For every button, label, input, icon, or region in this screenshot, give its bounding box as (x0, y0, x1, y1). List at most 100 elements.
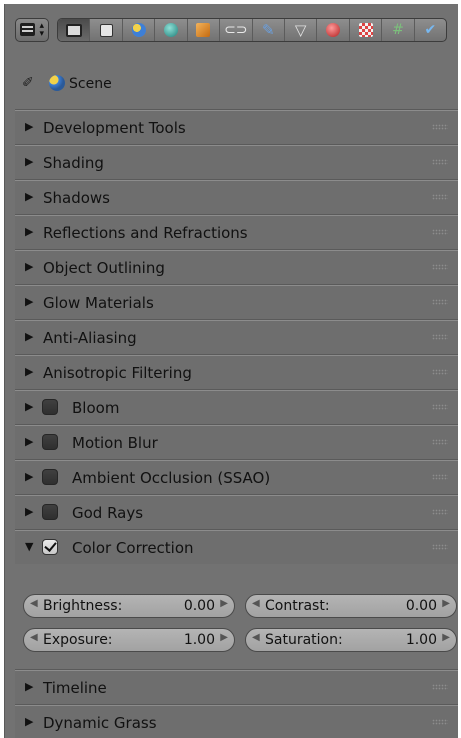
tab-physics[interactable]: ✔ (415, 19, 446, 41)
saturation-field[interactable]: ◀ Saturation: 1.00 ▶ (245, 628, 457, 652)
drag-grip-icon[interactable] (432, 194, 448, 200)
expand-arrow-icon: ▶ (25, 680, 34, 693)
expand-arrow-icon: ▶ (25, 470, 34, 483)
drag-grip-icon[interactable] (432, 439, 448, 445)
exposure-field[interactable]: ◀ Exposure: 1.00 ▶ (23, 628, 235, 652)
panel-motion-blur[interactable]: ▶ Motion Blur (15, 424, 458, 459)
tab-scene[interactable] (123, 19, 156, 41)
drag-grip-icon[interactable] (432, 299, 448, 305)
panel-dynamic-grass[interactable]: ▶ Dynamic Grass (15, 704, 458, 738)
chevron-up-down-icon: ▴ ▾ (39, 21, 44, 39)
drag-grip-icon[interactable] (432, 474, 448, 480)
panel-label: Object Outlining (43, 259, 165, 277)
scene-icon (49, 75, 65, 91)
panel-object-outlining[interactable]: ▶ Object Outlining (15, 249, 458, 284)
field-value: 0.00 (405, 598, 437, 614)
expand-arrow-icon: ▶ (25, 365, 34, 378)
panel-color-correction[interactable]: ▼ Color Correction (15, 529, 458, 564)
properties-editor-icon (20, 23, 35, 36)
drag-grip-icon[interactable] (432, 334, 448, 340)
expand-arrow-icon: ▶ (25, 260, 34, 273)
drag-grip-icon[interactable] (432, 369, 448, 375)
panel-label: Development Tools (43, 119, 186, 137)
properties-header: ▴ ▾ ⊂⊃ ✎ ▽ # ✔ (5, 4, 458, 56)
tab-modifiers[interactable]: ✎ (253, 19, 285, 41)
editor-type-selector[interactable]: ▴ ▾ (15, 18, 49, 42)
panel-development-tools[interactable]: ▶ Development Tools (15, 109, 458, 144)
expand-arrow-icon: ▶ (25, 435, 34, 448)
expand-arrow-icon: ▶ (25, 190, 34, 203)
drag-grip-icon[interactable] (432, 264, 448, 270)
expand-arrow-icon: ▶ (25, 120, 34, 133)
panel-label: Ambient Occlusion (SSAO) (72, 469, 271, 487)
panel-anti-aliasing[interactable]: ▶ Anti-Aliasing (15, 319, 458, 354)
drag-grip-icon[interactable] (432, 719, 448, 725)
panel-reflections-refractions[interactable]: ▶ Reflections and Refractions (15, 214, 458, 249)
tab-world[interactable] (155, 19, 188, 41)
drag-grip-icon[interactable] (432, 404, 448, 410)
field-label: Exposure: (43, 632, 113, 648)
panel-label: Glow Materials (43, 294, 154, 312)
field-label: Contrast: (265, 598, 330, 614)
tab-object[interactable] (188, 19, 221, 41)
bloom-checkbox[interactable] (42, 399, 58, 415)
expand-arrow-icon: ▶ (25, 155, 34, 168)
drag-grip-icon[interactable] (432, 684, 448, 690)
field-label: Brightness: (43, 598, 123, 614)
tab-render[interactable] (58, 19, 91, 41)
increment-arrow-icon[interactable]: ▶ (220, 598, 228, 609)
color-correction-content: ◀ Brightness: 0.00 ▶ ◀ Contrast: 0.00 ▶ … (15, 586, 458, 666)
panel-bloom[interactable]: ▶ Bloom (15, 389, 458, 424)
drag-grip-icon[interactable] (432, 229, 448, 235)
field-label: Saturation: (265, 632, 343, 648)
panel-label: Bloom (72, 399, 120, 417)
panel-label: God Rays (72, 504, 144, 522)
panel-shadows[interactable]: ▶ Shadows (15, 179, 458, 214)
tab-texture[interactable] (350, 19, 383, 41)
panel-label: Shading (43, 154, 104, 172)
collapse-arrow-icon: ▼ (25, 540, 34, 553)
tab-constraints[interactable]: ⊂⊃ (220, 19, 253, 41)
increment-arrow-icon[interactable]: ▶ (220, 632, 228, 643)
pin-icon[interactable]: ✐ (22, 75, 34, 91)
contrast-field[interactable]: ◀ Contrast: 0.00 ▶ (245, 594, 457, 618)
expand-arrow-icon: ▶ (25, 330, 34, 343)
panel-god-rays[interactable]: ▶ God Rays (15, 494, 458, 529)
particles-icon: # (392, 22, 404, 38)
tab-material[interactable] (317, 19, 350, 41)
material-icon (326, 23, 341, 37)
increment-arrow-icon[interactable]: ▶ (442, 632, 450, 643)
drag-grip-icon[interactable] (432, 124, 448, 130)
panel-ambient-occlusion[interactable]: ▶ Ambient Occlusion (SSAO) (15, 459, 458, 494)
decrement-arrow-icon[interactable]: ◀ (252, 632, 260, 643)
panel-timeline[interactable]: ▶ Timeline (15, 669, 458, 704)
god-rays-checkbox[interactable] (42, 504, 58, 520)
drag-grip-icon[interactable] (432, 544, 448, 550)
object-icon (196, 23, 211, 37)
decrement-arrow-icon[interactable]: ◀ (30, 632, 38, 643)
tab-data[interactable]: ▽ (285, 19, 318, 41)
decrement-arrow-icon[interactable]: ◀ (30, 598, 38, 609)
expand-arrow-icon: ▶ (25, 400, 34, 413)
properties-editor: ▴ ▾ ⊂⊃ ✎ ▽ # ✔ ✐ Scene ▶ Development Too… (4, 4, 458, 738)
panel-anisotropic-filtering[interactable]: ▶ Anisotropic Filtering (15, 354, 458, 389)
field-value: 0.00 (183, 598, 215, 614)
drag-grip-icon[interactable] (432, 159, 448, 165)
panel-shading[interactable]: ▶ Shading (15, 144, 458, 179)
render-icon (65, 23, 82, 37)
expand-arrow-icon: ▶ (25, 225, 34, 238)
color-correction-checkbox[interactable] (42, 539, 58, 555)
panel-glow-materials[interactable]: ▶ Glow Materials (15, 284, 458, 319)
data-icon: ▽ (294, 20, 307, 39)
panel-label: Timeline (43, 679, 107, 697)
motion-blur-checkbox[interactable] (42, 434, 58, 450)
drag-grip-icon[interactable] (432, 509, 448, 515)
brightness-field[interactable]: ◀ Brightness: 0.00 ▶ (23, 594, 235, 618)
expand-arrow-icon: ▶ (25, 715, 34, 728)
tab-particles[interactable]: # (382, 19, 415, 41)
panel-label: Shadows (43, 189, 111, 207)
tab-render-layers[interactable] (90, 19, 123, 41)
increment-arrow-icon[interactable]: ▶ (442, 598, 450, 609)
decrement-arrow-icon[interactable]: ◀ (252, 598, 260, 609)
ssao-checkbox[interactable] (42, 469, 58, 485)
